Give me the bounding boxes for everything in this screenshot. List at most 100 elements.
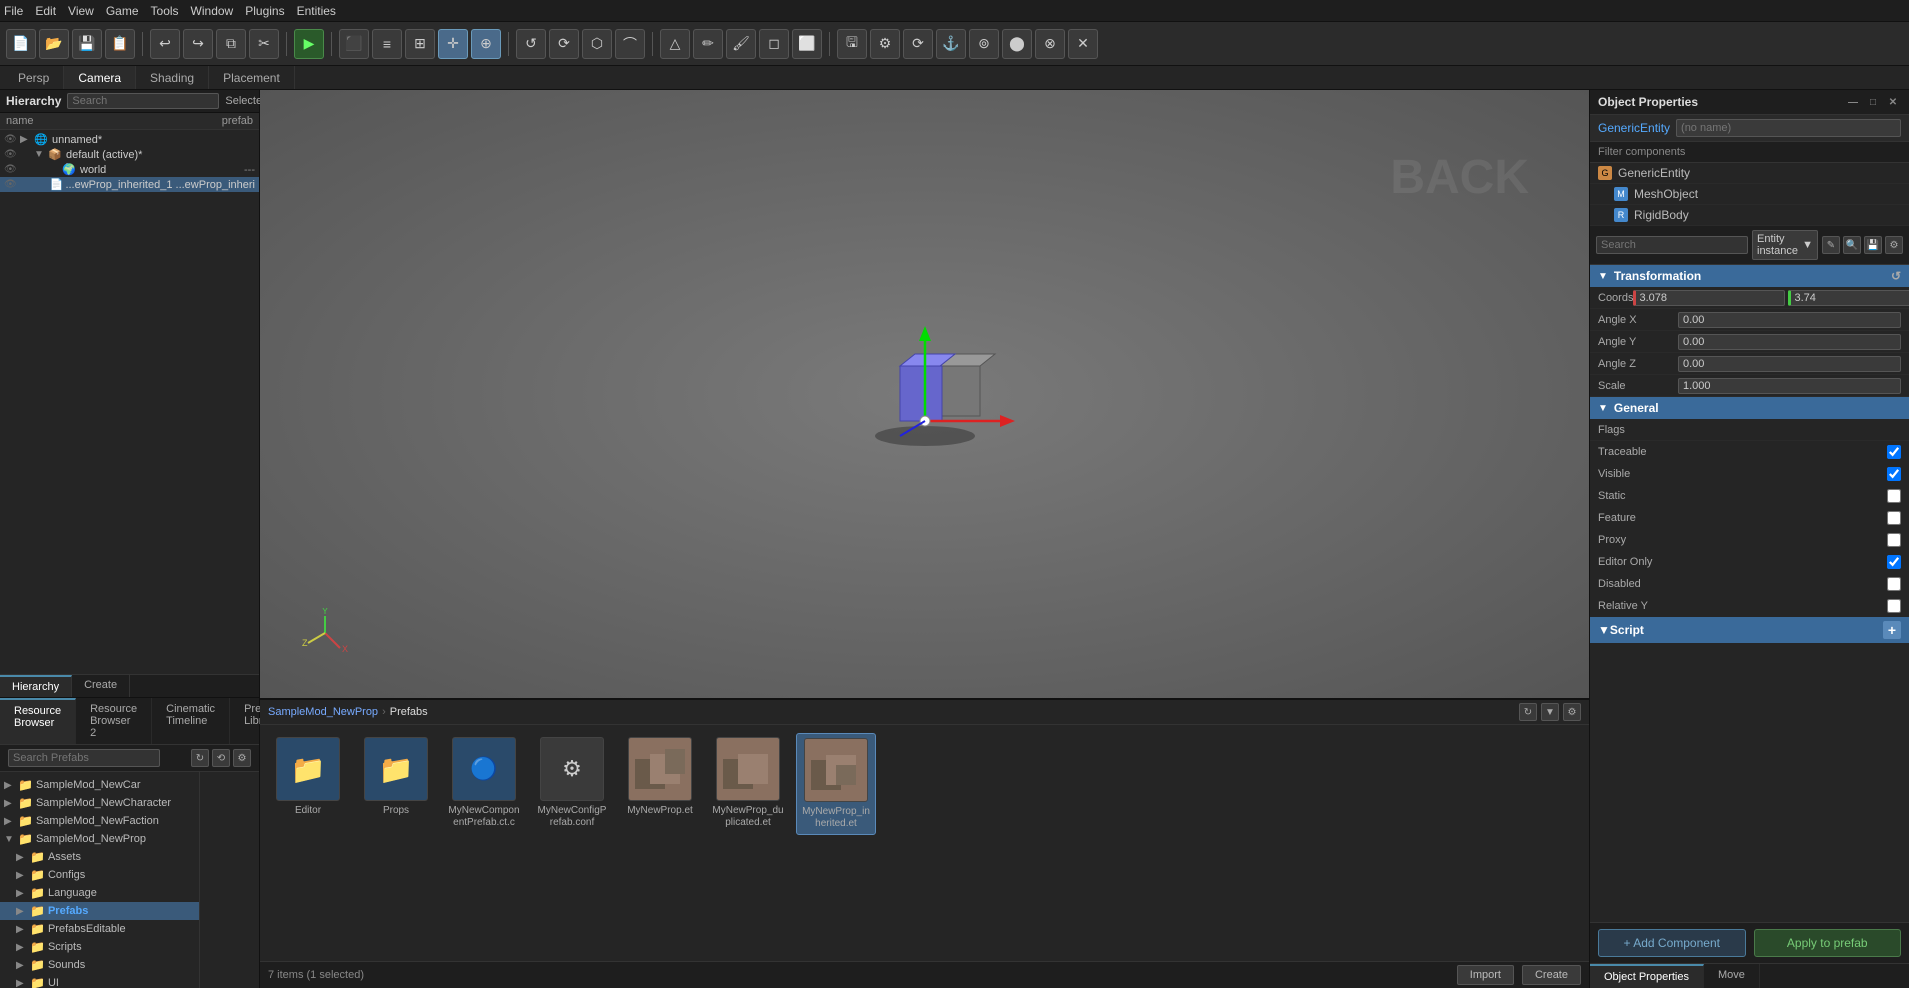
menu-tools[interactable]: Tools: [151, 4, 179, 18]
angle-y-input[interactable]: [1678, 334, 1901, 350]
hier-item-default[interactable]: 👁 ▼ 📦 default (active)*: [0, 147, 259, 162]
props-btab-move[interactable]: Move: [1704, 964, 1760, 988]
flag-static-checkbox[interactable]: [1887, 489, 1901, 503]
flag-proxy-checkbox[interactable]: [1887, 533, 1901, 547]
rb-tree-prefabseditable[interactable]: ▶ 📁 PrefabsEditable: [0, 920, 199, 938]
menu-view[interactable]: View: [68, 4, 94, 18]
component-generic-entity[interactable]: G GenericEntity: [1590, 163, 1909, 184]
rb-tree-scripts[interactable]: ▶ 📁 Scripts: [0, 938, 199, 956]
component-rigid-body[interactable]: R RigidBody: [1590, 205, 1909, 226]
component-mesh-object[interactable]: M MeshObject: [1590, 184, 1909, 205]
hier-item-world[interactable]: 👁 🌍 world ---: [0, 162, 259, 177]
play-button[interactable]: ▶: [294, 29, 324, 59]
reset-button[interactable]: ↺: [516, 29, 546, 59]
vtab-placement[interactable]: Placement: [209, 66, 295, 89]
rb-tree-newcharacter[interactable]: ▶ 📁 SampleMod_NewCharacter: [0, 794, 199, 812]
menu-window[interactable]: Window: [191, 4, 234, 18]
transform-tool-button[interactable]: ⊕: [471, 29, 501, 59]
transformation-reset-icon[interactable]: ↺: [1891, 269, 1901, 283]
vtab-persp[interactable]: Persp: [4, 66, 64, 89]
menu-game[interactable]: Game: [106, 4, 139, 18]
eye-icon-default[interactable]: 👁: [4, 149, 18, 160]
loop-button[interactable]: ⟳: [549, 29, 579, 59]
layout-button[interactable]: ⊞: [405, 29, 435, 59]
flag-relative-y-checkbox[interactable]: [1887, 599, 1901, 613]
script-add-button[interactable]: +: [1883, 621, 1901, 639]
eye-icon-unnamed[interactable]: 👁: [4, 134, 18, 145]
rb-file-config-prefab[interactable]: ⚙ MyNewConfigPrefab.conf: [532, 733, 612, 835]
rb-tree-ui[interactable]: ▶ 📁 UI: [0, 974, 199, 988]
resource-browser-search-input[interactable]: [8, 749, 160, 767]
cut-button[interactable]: ✂: [249, 29, 279, 59]
props-search-icon[interactable]: 🔍: [1843, 236, 1861, 254]
hier-item-unnamed[interactable]: 👁 ▶ 🌐 unnamed*: [0, 132, 259, 147]
angle-z-input[interactable]: [1678, 356, 1901, 372]
rb-settings-btn[interactable]: ⚙: [1563, 703, 1581, 721]
rb-tree-sounds[interactable]: ▶ 📁 Sounds: [0, 956, 199, 974]
props-search-input[interactable]: [1596, 236, 1748, 254]
gear-button[interactable]: ⚙: [870, 29, 900, 59]
rb-create-button[interactable]: Create: [1522, 965, 1581, 985]
rb-tree-newprop[interactable]: ▼ 📁 SampleMod_NewProp: [0, 830, 199, 848]
hier-item-prop[interactable]: 👁 📄 ...ewProp_inherited_1 ...ewProp_inhe…: [0, 177, 259, 192]
menu-entities[interactable]: Entities: [297, 4, 336, 18]
rb-file-editor[interactable]: 📁 Editor: [268, 733, 348, 835]
brush-button[interactable]: ✏: [693, 29, 723, 59]
flag-traceable-checkbox[interactable]: [1887, 445, 1901, 459]
transformation-section-header[interactable]: ▼ Transformation ↺: [1590, 265, 1909, 287]
rb-tree-assets[interactable]: ▶ 📁 Assets: [0, 848, 199, 866]
entity-instance-dropdown[interactable]: Entity instance ▼: [1752, 230, 1818, 260]
angle-x-input[interactable]: [1678, 312, 1901, 328]
vtab-shading[interactable]: Shading: [136, 66, 209, 89]
rb-filter-btn[interactable]: ▼: [1541, 703, 1559, 721]
arc-button[interactable]: ⌒: [615, 29, 645, 59]
box-button[interactable]: ⬛: [339, 29, 369, 59]
props-btab-object[interactable]: Object Properties: [1590, 964, 1704, 988]
file-save-button[interactable]: 🖫: [837, 29, 867, 59]
general-section-header[interactable]: ▼ General: [1590, 397, 1909, 419]
vtab-camera[interactable]: Camera: [64, 66, 136, 89]
apply-prefab-button[interactable]: Apply to prefab: [1754, 929, 1902, 957]
physics-button[interactable]: ⬤: [1002, 29, 1032, 59]
rb-settings-icon[interactable]: ⚙: [233, 749, 251, 767]
copy-button[interactable]: ⧉: [216, 29, 246, 59]
rb-file-props[interactable]: 📁 Props: [356, 733, 436, 835]
close-button-toolbar[interactable]: ✕: [1068, 29, 1098, 59]
save-as-button[interactable]: 📋: [105, 29, 135, 59]
move-tool-button[interactable]: ✛: [438, 29, 468, 59]
rb-file-comp-prefab[interactable]: 🔵 MyNewComponentPrefab.ct.c: [444, 733, 524, 835]
flag-visible-checkbox[interactable]: [1887, 467, 1901, 481]
rb-refresh-btn[interactable]: ↻: [1519, 703, 1537, 721]
props-save-icon[interactable]: 💾: [1864, 236, 1882, 254]
btab-resource-browser[interactable]: Resource Browser: [0, 698, 76, 744]
reload-button[interactable]: ⟳: [903, 29, 933, 59]
anchor-button[interactable]: ⚓: [936, 29, 966, 59]
btab-resource-browser-2[interactable]: Resource Browser 2: [76, 698, 152, 744]
btab-cinematic[interactable]: Cinematic Timeline: [152, 698, 230, 744]
add-component-button[interactable]: + Add Component: [1598, 929, 1746, 957]
flag-disabled-checkbox[interactable]: [1887, 577, 1901, 591]
eye-icon-prop[interactable]: 👁: [4, 179, 17, 190]
obj-props-close[interactable]: ✕: [1885, 94, 1901, 110]
eraser-button[interactable]: ◻: [759, 29, 789, 59]
rb-refresh-icon[interactable]: ↻: [191, 749, 209, 767]
plugins-button[interactable]: ⊗: [1035, 29, 1065, 59]
script-section-header[interactable]: ▼ Script +: [1590, 617, 1909, 643]
new-button[interactable]: 📄: [6, 29, 36, 59]
menu-edit[interactable]: Edit: [35, 4, 56, 18]
lasso-button[interactable]: ⬡: [582, 29, 612, 59]
undo-button[interactable]: ↩: [150, 29, 180, 59]
rb-file-myprop-dup[interactable]: MyNewProp_duplicated.et: [708, 733, 788, 835]
network-button[interactable]: ⊚: [969, 29, 999, 59]
rect-select-button[interactable]: ⬜: [792, 29, 822, 59]
scale-input[interactable]: [1678, 378, 1901, 394]
paint-button[interactable]: 🖌: [726, 29, 756, 59]
entity-name-input[interactable]: [1676, 119, 1901, 137]
rb-file-myprop-inherited[interactable]: MyNewProp_inherited.et: [796, 733, 876, 835]
props-settings-icon[interactable]: ⚙: [1885, 236, 1903, 254]
rb-tree-language[interactable]: ▶ 📁 Language: [0, 884, 199, 902]
hier-tab-hierarchy[interactable]: Hierarchy: [0, 675, 72, 697]
viewport-3d[interactable]: BACK: [260, 90, 1589, 698]
redo-button[interactable]: ↪: [183, 29, 213, 59]
flag-editor-only-checkbox[interactable]: [1887, 555, 1901, 569]
